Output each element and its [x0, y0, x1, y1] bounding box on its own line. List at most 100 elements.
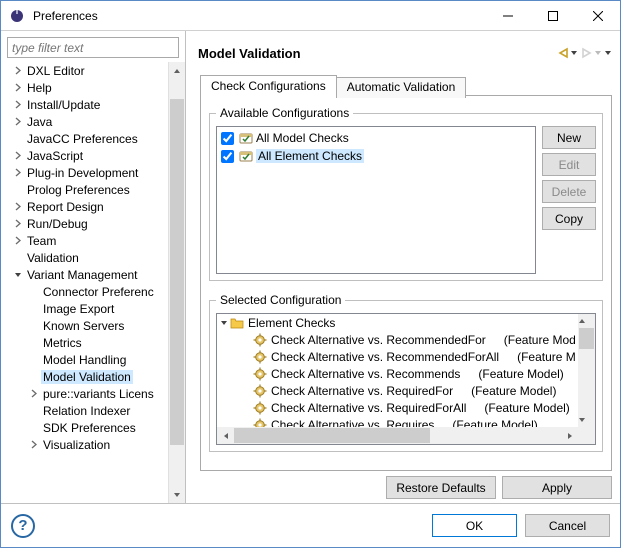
check-suffix: (Feature Mod [486, 333, 576, 347]
apply-button[interactable]: Apply [502, 476, 612, 499]
available-config-item[interactable]: All Model Checks [219, 129, 533, 147]
dropdown-icon[interactable] [594, 49, 602, 57]
tree-item[interactable]: Install/Update [5, 96, 169, 113]
cancel-button[interactable]: Cancel [525, 514, 610, 537]
close-button[interactable] [575, 1, 620, 30]
view-menu[interactable] [604, 49, 612, 57]
new-button[interactable]: New [542, 126, 596, 149]
tree-item[interactable]: Image Export [5, 300, 169, 317]
expand-icon[interactable] [9, 100, 25, 109]
expand-icon[interactable] [9, 202, 25, 211]
expand-icon[interactable] [9, 66, 25, 75]
tree-item-label: Known Servers [41, 319, 126, 333]
expand-icon[interactable] [9, 219, 25, 228]
copy-button[interactable]: Copy [542, 207, 596, 230]
tree-item[interactable]: Prolog Preferences [5, 181, 169, 198]
expand-icon[interactable] [9, 83, 25, 92]
titlebar: Preferences [1, 1, 620, 31]
seltree-root-label: Element Checks [246, 316, 335, 330]
scroll-right-btn[interactable] [561, 427, 578, 444]
config-checkbox[interactable] [221, 132, 234, 145]
seltree-hscroll[interactable] [217, 427, 578, 444]
group-label: Selected Configuration [216, 293, 345, 307]
expand-icon[interactable] [9, 168, 25, 177]
check-name: Check Alternative vs. RecommendedFor [271, 333, 486, 347]
tree-item[interactable]: JavaScript [5, 147, 169, 164]
check-configurations-panel: Available Configurations All Model Check… [200, 95, 612, 471]
nav-back[interactable] [556, 46, 578, 60]
tree-item[interactable]: Plug-in Development [5, 164, 169, 181]
tree-scrollbar[interactable] [168, 62, 185, 503]
seltree-item[interactable]: Check Alternative vs. RecommendedFor(Fea… [217, 331, 578, 348]
scroll-thumb[interactable] [234, 428, 430, 443]
tree-item[interactable]: DXL Editor [5, 62, 169, 79]
delete-button[interactable]: Delete [542, 180, 596, 203]
seltree-item[interactable]: Check Alternative vs. RequiredForAll(Fea… [217, 399, 578, 416]
tree-item-label: Run/Debug [25, 217, 90, 231]
seltree-item[interactable]: Check Alternative vs. Recommends(Feature… [217, 365, 578, 382]
group-label: Available Configurations [216, 106, 353, 120]
check-suffix: (Feature Model) [453, 384, 556, 398]
tree-item[interactable]: JavaCC Preferences [5, 130, 169, 147]
tree-item-label: pure::variants Licens [41, 387, 156, 401]
collapse-icon[interactable] [219, 316, 228, 330]
expand-icon[interactable] [9, 117, 25, 126]
check-name: Check Alternative vs. RequiredForAll [271, 401, 466, 415]
help-icon[interactable]: ? [11, 514, 35, 538]
check-suffix: (Feature M [499, 350, 576, 364]
scroll-thumb[interactable] [579, 328, 594, 349]
expand-icon[interactable] [9, 151, 25, 160]
ok-button[interactable]: OK [432, 514, 517, 537]
tree-item[interactable]: SDK Preferences [5, 419, 169, 436]
tree-item[interactable]: pure::variants Licens [5, 385, 169, 402]
selected-config-tree[interactable]: Element ChecksCheck Alternative vs. Reco… [217, 314, 578, 427]
tab-auto-valid[interactable]: Automatic Validation [336, 77, 467, 98]
dropdown-icon[interactable] [570, 49, 578, 57]
collapse-icon[interactable] [9, 270, 25, 279]
tree-item[interactable]: Model Validation [5, 368, 169, 385]
tree-item[interactable]: Relation Indexer [5, 402, 169, 419]
scroll-thumb[interactable] [170, 99, 184, 445]
nav-forward[interactable] [580, 46, 602, 60]
scroll-up-btn[interactable] [578, 314, 595, 328]
edit-button[interactable]: Edit [542, 153, 596, 176]
tree-item[interactable]: Metrics [5, 334, 169, 351]
dropdown-icon[interactable] [604, 49, 612, 57]
expand-icon[interactable] [25, 389, 41, 398]
page-title: Model Validation [198, 46, 556, 61]
available-config-item[interactable]: All Element Checks [219, 147, 533, 165]
seltree-item[interactable]: Check Alternative vs. RecommendedForAll(… [217, 348, 578, 365]
config-label: All Model Checks [256, 131, 349, 145]
maximize-button[interactable] [530, 1, 575, 30]
tree-item[interactable]: Run/Debug [5, 215, 169, 232]
expand-icon[interactable] [25, 440, 41, 449]
expand-icon[interactable] [9, 236, 25, 245]
tree-item[interactable]: Visualization [5, 436, 169, 453]
tree-item[interactable]: Team [5, 232, 169, 249]
tab-check-config[interactable]: Check Configurations [200, 75, 337, 96]
filter-input[interactable] [7, 37, 179, 58]
tree-item[interactable]: Model Handling [5, 351, 169, 368]
tree-item-label: Model Handling [41, 353, 128, 367]
tree-item-label: Prolog Preferences [25, 183, 132, 197]
seltree-item[interactable]: Check Alternative vs. Requires(Feature M… [217, 416, 578, 427]
scroll-left-btn[interactable] [217, 427, 234, 444]
minimize-button[interactable] [485, 1, 530, 30]
tree-item[interactable]: Validation [5, 249, 169, 266]
tree-item[interactable]: Java [5, 113, 169, 130]
seltree-root[interactable]: Element Checks [217, 314, 578, 331]
seltree-vscroll[interactable] [578, 314, 595, 427]
restore-defaults-button[interactable]: Restore Defaults [386, 476, 496, 499]
config-checkbox[interactable] [221, 150, 234, 163]
tree-item[interactable]: Help [5, 79, 169, 96]
scroll-down-btn[interactable] [578, 413, 595, 427]
scroll-down-btn[interactable] [169, 486, 185, 503]
tree-item[interactable]: Known Servers [5, 317, 169, 334]
tree-item[interactable]: Report Design [5, 198, 169, 215]
preference-tree[interactable]: DXL EditorHelpInstall/UpdateJavaJavaCC P… [5, 62, 185, 503]
seltree-item[interactable]: Check Alternative vs. RequiredFor(Featur… [217, 382, 578, 399]
tree-item[interactable]: Connector Preferenc [5, 283, 169, 300]
available-configurations-list[interactable]: All Model Checks All Element Checks [216, 126, 536, 274]
scroll-up-btn[interactable] [169, 62, 185, 79]
tree-item[interactable]: Variant Management [5, 266, 169, 283]
